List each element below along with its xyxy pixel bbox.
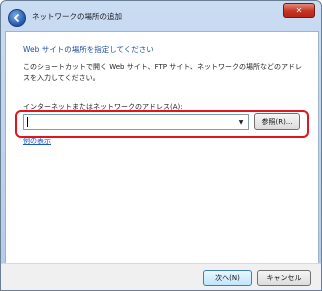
page-description: このショートカットで開く Web サイト、FTP サイト、ネットワークの場所など… [23,63,303,82]
title-bar: ネットワークの場所の追加 ✕ [1,1,321,31]
examples-link[interactable]: 例の表示 [23,136,51,146]
next-button[interactable]: 次へ(N) [203,270,252,286]
back-arrow-icon [13,13,20,23]
close-icon: ✕ [295,6,303,15]
browse-button[interactable]: 参照(R)... [254,113,300,130]
text-caret [27,117,28,127]
dropdown-arrow-icon[interactable]: ▼ [236,116,246,128]
close-button[interactable]: ✕ [283,3,315,18]
wizard-content: Web サイトの場所を指定してください このショートカットで開く Web サイト… [5,31,319,265]
footer-bar: 次へ(N) キャンセル [1,263,321,290]
back-button[interactable] [8,9,26,27]
address-combobox[interactable]: ▼ [23,114,249,130]
wizard-window: ネットワークの場所の追加 ✕ Web サイトの場所を指定してください このショー… [0,0,322,291]
cancel-button[interactable]: キャンセル [257,270,311,286]
page-heading: Web サイトの場所を指定してください [23,45,154,54]
window-title: ネットワークの場所の追加 [32,12,122,21]
